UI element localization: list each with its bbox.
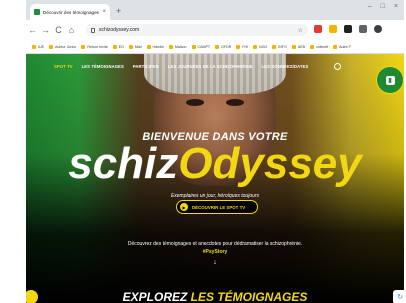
nav-journees[interactable]: LES JOURNÉES DE LA SCHIZOPHRÉNIE	[168, 64, 253, 69]
bookmark-folder-icon	[215, 44, 220, 49]
play-icon: ▶	[180, 203, 188, 211]
tab-favicon-icon	[34, 9, 40, 15]
minimize-button[interactable]: –	[368, 3, 372, 10]
extension-red-icon[interactable]	[314, 25, 322, 33]
discover-spot-tv-button[interactable]: ▶ DÉCOUVRIR LE SPOT TV	[176, 200, 258, 214]
bookmark-folder-icon	[146, 44, 151, 49]
bookmark-folder-icon	[81, 44, 86, 49]
address-bar[interactable]: schizodyssey.com ☆	[86, 24, 308, 36]
bookmark-item[interactable]: Mail	[128, 44, 142, 49]
bookmark-folder-icon	[49, 44, 53, 49]
reload-button[interactable]: C	[52, 25, 65, 35]
bookmark-folder-icon	[333, 44, 338, 49]
bookmark-item[interactable]: Retour Invite	[81, 44, 108, 49]
home-button[interactable]: ⌂	[65, 25, 78, 35]
phone-icon: ▮	[385, 75, 395, 85]
browser-window: Découvrir des témoignages × + – □ × ← → …	[26, 0, 404, 303]
scroll-down-arrow-icon[interactable]: ↓	[26, 259, 404, 266]
hero-section: SPOT TV LES TÉMOIGNAGES PARTICIPER LES J…	[26, 54, 404, 303]
profile-avatar-icon[interactable]	[374, 25, 382, 33]
extensions-area	[314, 25, 382, 33]
bookmark-folder-icon	[168, 44, 173, 49]
site-badge[interactable]: ▮	[376, 66, 404, 94]
cta-label: DÉCOUVRIR LE SPOT TV	[192, 204, 246, 210]
bookmark-folder-icon	[112, 44, 117, 49]
bookmark-item[interactable]: CAMPT	[191, 44, 210, 49]
close-window-button[interactable]: ×	[394, 3, 398, 10]
explore-heading: EXPLOREZ LES TÉMOIGNAGES	[122, 290, 308, 303]
tab-close-button[interactable]: ×	[102, 9, 106, 15]
bookmark-item[interactable]: Autre F	[333, 44, 351, 49]
bookmark-folder-icon	[291, 44, 296, 49]
bookmark-folder-icon	[191, 44, 196, 49]
bookmark-star-icon[interactable]: ☆	[298, 27, 303, 34]
extensions-puzzle-icon[interactable]	[359, 25, 367, 33]
tab-strip: Découvrir des témoignages × + – □ ×	[26, 0, 404, 20]
nav-donnees[interactable]: LES DONNÉES/DATES	[262, 64, 309, 69]
chat-bubble-icon[interactable]	[26, 290, 38, 303]
bookmark-item[interactable]: INFO	[272, 44, 287, 49]
bookmarks-bar: IUE Auteur Junior Retour Invite EO Mail …	[26, 40, 404, 54]
bookmark-folder-icon	[253, 44, 258, 49]
bookmark-item[interactable]: AEB	[291, 44, 305, 49]
bookmark-folder-icon	[236, 44, 241, 49]
bookmark-folder-icon	[310, 44, 315, 49]
bookmark-item[interactable]: EO	[112, 44, 124, 49]
tagline: Exemplaires un jour, héroïques toujours	[170, 193, 260, 199]
bookmark-item[interactable]: IUE	[32, 44, 44, 49]
nav-participer[interactable]: PARTICIPER	[133, 64, 159, 69]
bookmark-folder-icon	[272, 44, 277, 49]
extension-yellow-icon[interactable]	[329, 25, 337, 33]
site-nav: SPOT TV LES TÉMOIGNAGES PARTICIPER LES J…	[26, 64, 404, 69]
new-tab-button[interactable]: +	[116, 5, 121, 17]
bookmark-item[interactable]: OFDR	[215, 44, 231, 49]
hero-description: Découvrez des témoignages et anecdotes p…	[127, 241, 303, 247]
browser-toolbar: ← → C ⌂ schizodyssey.com ☆	[26, 20, 404, 40]
site-logo: schizOdyssey	[68, 139, 362, 188]
globe-icon[interactable]	[334, 63, 341, 70]
bookmark-item[interactable]: FHI	[236, 44, 248, 49]
maximize-button[interactable]: □	[381, 3, 385, 10]
tab-title: Découvrir des témoignages	[43, 9, 99, 15]
hashtag[interactable]: #PsyStory	[26, 249, 404, 255]
back-button[interactable]: ←	[26, 25, 39, 35]
browser-tab[interactable]: Découvrir des témoignages ×	[30, 4, 110, 20]
bookmark-item[interactable]: Auteur Junior	[49, 44, 76, 49]
url-text: schizodyssey.com	[99, 27, 140, 33]
forward-button[interactable]: →	[39, 25, 52, 35]
lock-icon	[91, 27, 95, 33]
bookmark-item[interactable]: NGO	[253, 44, 267, 49]
bookmark-item[interactable]: collectif	[310, 44, 328, 49]
bookmark-folder-icon	[128, 44, 133, 49]
bookmark-folder-icon	[32, 44, 36, 49]
bookmark-item[interactable]: Maison	[168, 44, 187, 49]
nav-spot-tv[interactable]: SPOT TV	[54, 64, 73, 69]
nav-temoignages[interactable]: LES TÉMOIGNAGES	[82, 64, 124, 69]
extension-dark-icon[interactable]	[344, 25, 352, 33]
recaptcha-icon: ↻	[393, 290, 404, 303]
window-controls: – □ ×	[368, 3, 398, 10]
bookmark-item[interactable]: Handle	[146, 44, 164, 49]
